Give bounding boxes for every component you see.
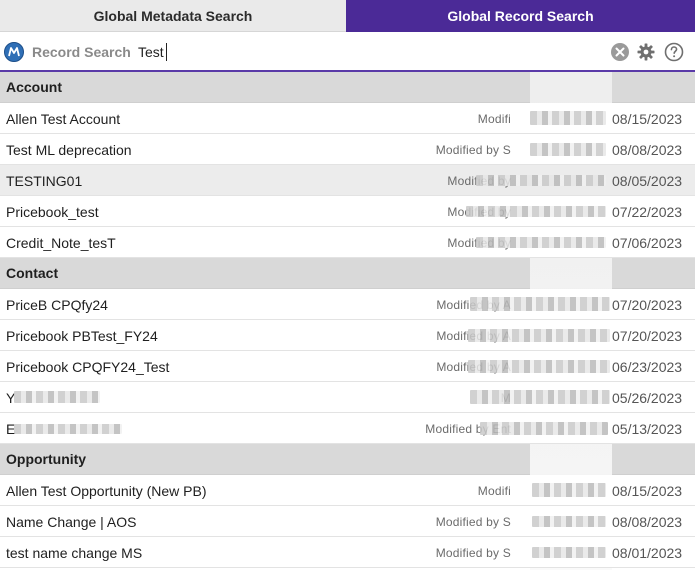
help-circle-icon[interactable] <box>664 42 684 62</box>
redacted-text <box>530 143 606 156</box>
redacted-text <box>530 111 606 125</box>
modified-by: Modifi <box>477 484 511 498</box>
redacted-text <box>14 424 122 434</box>
result-row[interactable]: PriceB CPQfy24 Modified by A 07/20/2023 <box>0 289 695 320</box>
result-row[interactable]: Y M 05/26/2023 <box>0 382 695 413</box>
gear-icon[interactable] <box>636 42 656 62</box>
result-row[interactable]: Test ML deprecation Modified by S 08/08/… <box>0 134 695 165</box>
record-name: Allen Test Account <box>6 111 121 127</box>
modified-date: 08/08/2023 <box>612 514 683 530</box>
redacted-text <box>470 297 610 311</box>
result-row[interactable]: Credit_Note_tesT Modified by 07/06/2023 <box>0 227 695 258</box>
modified-date: 08/01/2023 <box>612 545 683 561</box>
redacted-text <box>532 516 606 527</box>
modified-date: 08/08/2023 <box>612 142 683 158</box>
modified-by: Modified by S <box>435 515 511 529</box>
record-name: PriceB CPQfy24 <box>6 297 108 313</box>
result-row[interactable]: Pricebook CPQFY24_Test Modified by A 06/… <box>0 351 695 382</box>
record-name: Name Change | AOS <box>6 514 137 530</box>
result-row[interactable]: TESTING01 Modified by 08/05/2023 <box>0 165 695 196</box>
record-name: Pricebook PBTest_FY24 <box>6 328 158 344</box>
search-input[interactable] <box>134 38 594 66</box>
redacted-text <box>480 422 608 435</box>
modified-by: Modified by S <box>435 143 511 157</box>
result-row[interactable]: Pricebook PBTest_FY24 Modified by A 07/2… <box>0 320 695 351</box>
redacted-text <box>466 206 606 217</box>
result-row[interactable]: E Modified by Ent 05/13/2023 <box>0 413 695 444</box>
redacted-text <box>468 329 610 342</box>
modified-date: 05/26/2023 <box>612 390 683 406</box>
modified-date: 07/20/2023 <box>612 297 683 313</box>
search-results: Account Allen Test Account Modifi 08/15/… <box>0 72 695 570</box>
modified-by: Modifi <box>477 112 511 126</box>
record-name: test name change MS <box>6 545 143 561</box>
result-row[interactable]: Name Change | AOS Modified by S 08/08/20… <box>0 506 695 537</box>
text-caret <box>166 43 167 61</box>
modified-date: 07/06/2023 <box>612 235 683 251</box>
record-name: Test ML deprecation <box>6 142 132 158</box>
redacted-text <box>532 547 606 558</box>
record-name: Pricebook_test <box>6 204 99 220</box>
record-name: Pricebook CPQFY24_Test <box>6 359 170 375</box>
search-label: Record Search <box>32 44 131 60</box>
modified-date: 07/22/2023 <box>612 204 683 220</box>
redacted-text <box>476 175 606 186</box>
modified-by: Modified by S <box>435 546 511 560</box>
redacted-text <box>14 391 100 403</box>
redacted-text <box>476 237 606 248</box>
modified-date: 08/05/2023 <box>612 173 683 189</box>
redacted-text <box>468 360 610 373</box>
result-row[interactable]: Allen Test Account Modifi 08/15/2023 <box>0 103 695 134</box>
modified-date: 08/15/2023 <box>612 111 683 127</box>
modified-date: 06/23/2023 <box>612 359 683 375</box>
result-row[interactable]: test name change MS Modified by S 08/01/… <box>0 537 695 568</box>
record-name: TESTING01 <box>6 173 83 189</box>
record-name: Allen Test Opportunity (New PB) <box>6 483 207 499</box>
app-logo-icon <box>4 42 24 62</box>
record-search-bar: Record Search <box>0 32 695 72</box>
modified-date: 08/15/2023 <box>612 483 683 499</box>
search-tabs: Global Metadata Search Global Record Sea… <box>0 0 695 32</box>
result-row[interactable]: Allen Test Opportunity (New PB) Modifi 0… <box>0 475 695 506</box>
record-name: Credit_Note_tesT <box>6 235 116 251</box>
tab-global-metadata-search[interactable]: Global Metadata Search <box>0 0 346 32</box>
clear-circle-icon[interactable] <box>610 42 630 62</box>
modified-date: 07/20/2023 <box>612 328 683 344</box>
result-row[interactable]: Pricebook_test Modified by 07/22/2023 <box>0 196 695 227</box>
modified-date: 05/13/2023 <box>612 421 683 437</box>
redacted-text <box>470 390 610 404</box>
redacted-text <box>532 483 606 497</box>
tab-global-record-search[interactable]: Global Record Search <box>346 0 695 32</box>
